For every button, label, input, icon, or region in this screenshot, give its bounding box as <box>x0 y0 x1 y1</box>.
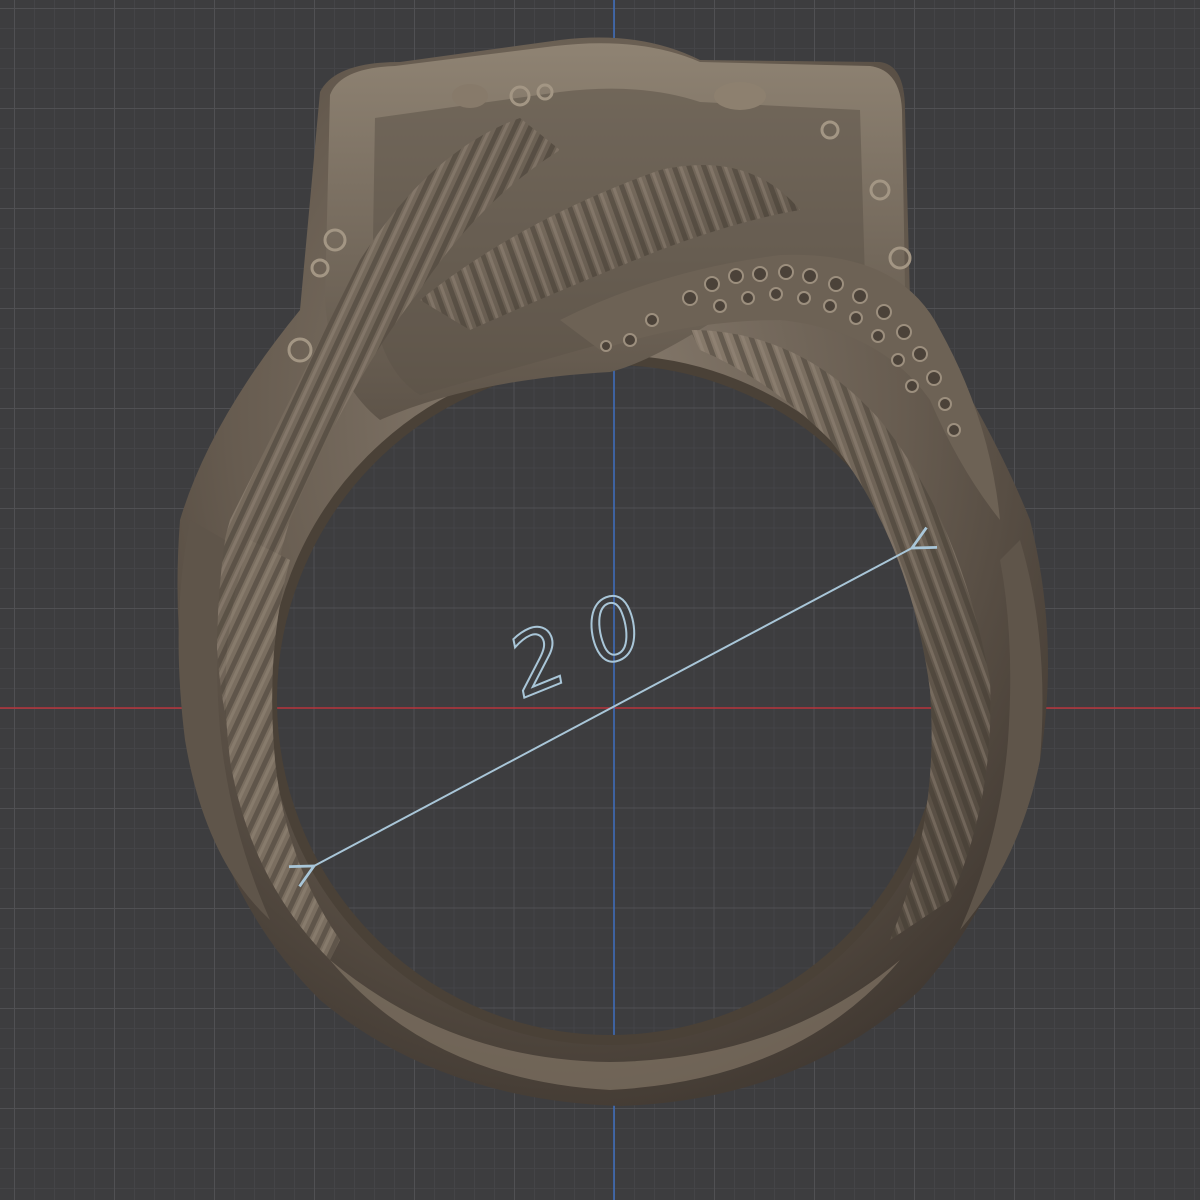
plate-pearl <box>452 84 488 108</box>
plate-pearl <box>714 82 766 110</box>
3d-viewport[interactable]: 20 <box>0 0 1200 1200</box>
viewport-scene: 20 <box>0 0 1200 1200</box>
